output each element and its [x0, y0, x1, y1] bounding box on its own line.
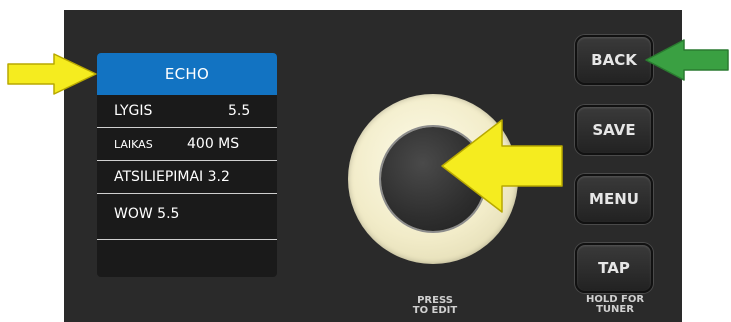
tap-button[interactable]: TAP — [575, 243, 653, 293]
tap-caption: HOLD FOR TUNER — [572, 295, 658, 315]
knob-caption-line2: TO EDIT — [412, 305, 458, 316]
param-value: 400 MS — [187, 136, 240, 152]
green-arrow-left-icon — [645, 39, 729, 81]
param-label: LYGIS — [114, 103, 153, 119]
menu-button[interactable]: MENU — [575, 174, 653, 224]
yellow-arrow-right-icon — [7, 53, 97, 95]
param-label: ATSILIEPIMAI 3.2 — [114, 169, 230, 185]
param-row-wow[interactable]: WOW 5.5 — [97, 204, 277, 240]
param-row-atsiliepimai[interactable]: ATSILIEPIMAI 3.2 — [97, 161, 277, 194]
knob-caption: PRESS TO EDIT — [400, 296, 470, 316]
tap-caption-line2: TUNER — [596, 304, 634, 315]
effect-title[interactable]: ECHO — [97, 53, 277, 95]
yellow-arrow-left-icon — [441, 119, 563, 213]
param-label: WOW 5.5 — [114, 206, 180, 222]
param-row-laikas[interactable]: LAIKAS 400 MS — [97, 128, 277, 161]
param-value: 5.5 — [228, 103, 251, 119]
param-row-lygis[interactable]: LYGIS 5.5 — [97, 95, 277, 128]
amp-control-panel-illustration: ECHO LYGIS 5.5 LAIKAS 400 MS ATSILIEPIMA… — [0, 0, 731, 322]
lcd-screen: ECHO LYGIS 5.5 LAIKAS 400 MS ATSILIEPIMA… — [97, 53, 277, 277]
save-button[interactable]: SAVE — [575, 105, 653, 155]
back-button[interactable]: BACK — [575, 35, 653, 85]
param-label: LAIKAS — [114, 138, 153, 151]
